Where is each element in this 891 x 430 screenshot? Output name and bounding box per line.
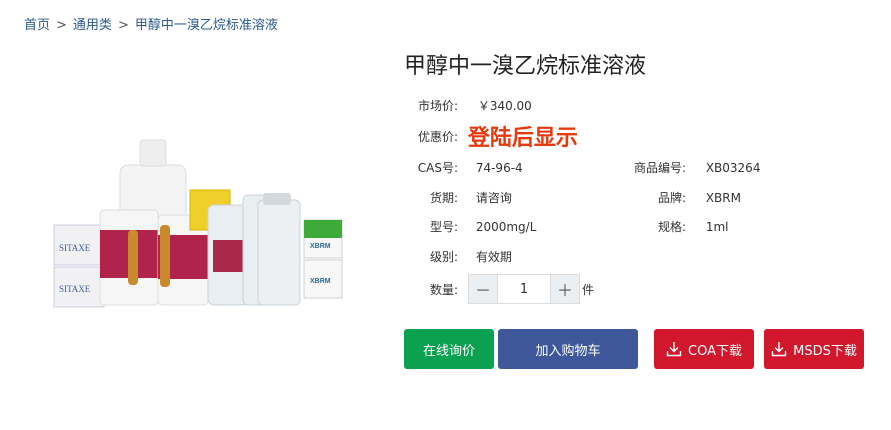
svg-text:SITAXE: SITAXE <box>59 243 91 253</box>
promo-price-row: 优惠价: 登陆后显示 <box>404 120 578 152</box>
product-image: SITAXE SITAXE XBRM XBRM <box>53 139 343 308</box>
model-label: 型号: <box>429 220 458 234</box>
download-icon <box>771 342 787 357</box>
svg-text:SITAXE: SITAXE <box>59 284 91 294</box>
promo-price-label: 优惠价: <box>417 129 458 144</box>
code-label: 商品编号: <box>633 161 686 175</box>
cas-label: CAS号: <box>417 161 458 175</box>
supply-label: 货期: <box>429 191 458 205</box>
promo-price-value[interactable]: 登陆后显示 <box>468 126 578 151</box>
supply-row: 货期: 请咨询 <box>404 189 512 206</box>
breadcrumb-home[interactable]: 首页 <box>24 18 50 33</box>
qty-row: 数量: <box>404 281 458 298</box>
breadcrumb-category[interactable]: 通用类 <box>73 18 112 33</box>
cas-value: 74-96-4 <box>475 161 523 175</box>
qty-unit: 件 <box>582 283 595 297</box>
brand-value: XBRM <box>705 191 741 205</box>
breadcrumb-separator: > <box>117 18 129 33</box>
msds-download-label: MSDS下载 <box>793 343 857 359</box>
model-value: 2000mg/L <box>475 220 537 234</box>
quantity-stepper: － 1 ＋ <box>468 274 580 304</box>
coa-download-label: COA下载 <box>688 343 742 359</box>
download-icon <box>666 342 682 357</box>
breadcrumb: 首页 > 通用类 > 甲醇中一溴乙烷标准溶液 <box>24 14 278 33</box>
supply-value: 请咨询 <box>475 191 512 205</box>
svg-text:XBRM: XBRM <box>310 243 331 250</box>
code-value: XB03264 <box>705 161 761 175</box>
qty-label: 数量: <box>429 283 458 297</box>
svg-text:XBRM: XBRM <box>310 278 331 285</box>
spec-label: 规格: <box>657 220 686 234</box>
breadcrumb-current[interactable]: 甲醇中一溴乙烷标准溶液 <box>135 18 278 33</box>
product-title: 甲醇中一溴乙烷标准溶液 <box>404 54 647 79</box>
qty-decrease-button[interactable]: － <box>469 275 497 303</box>
grade-label: 级别: <box>429 250 458 264</box>
cas-row: CAS号: 74-96-4 <box>404 159 523 176</box>
spec-row: 规格: 1ml <box>628 218 729 235</box>
msds-download-button[interactable]: MSDS下载 <box>764 329 864 369</box>
grade-row: 级别: 有效期 <box>404 248 512 265</box>
spec-value: 1ml <box>705 220 729 234</box>
qty-input[interactable]: 1 <box>497 275 551 303</box>
market-price-value: ￥340.00 <box>477 99 532 113</box>
inquiry-button-label: 在线询价 <box>422 343 475 359</box>
model-row: 型号: 2000mg/L <box>404 218 536 235</box>
code-row: 商品编号: XB03264 <box>628 159 761 176</box>
brand-label: 品牌: <box>657 191 686 205</box>
breadcrumb-separator: > <box>56 18 67 33</box>
grade-value: 有效期 <box>475 250 512 264</box>
inquiry-button[interactable]: 在线询价 <box>404 329 494 369</box>
market-price-label: 市场价: <box>417 99 458 113</box>
qty-increase-button[interactable]: ＋ <box>551 275 579 303</box>
brand-row: 品牌: XBRM <box>628 189 741 206</box>
add-to-cart-label: 加入购物车 <box>535 343 601 359</box>
market-price-row: 市场价: ￥340.00 <box>404 97 532 114</box>
add-to-cart-button[interactable]: 加入购物车 <box>498 329 638 369</box>
coa-download-button[interactable]: COA下载 <box>654 329 754 369</box>
